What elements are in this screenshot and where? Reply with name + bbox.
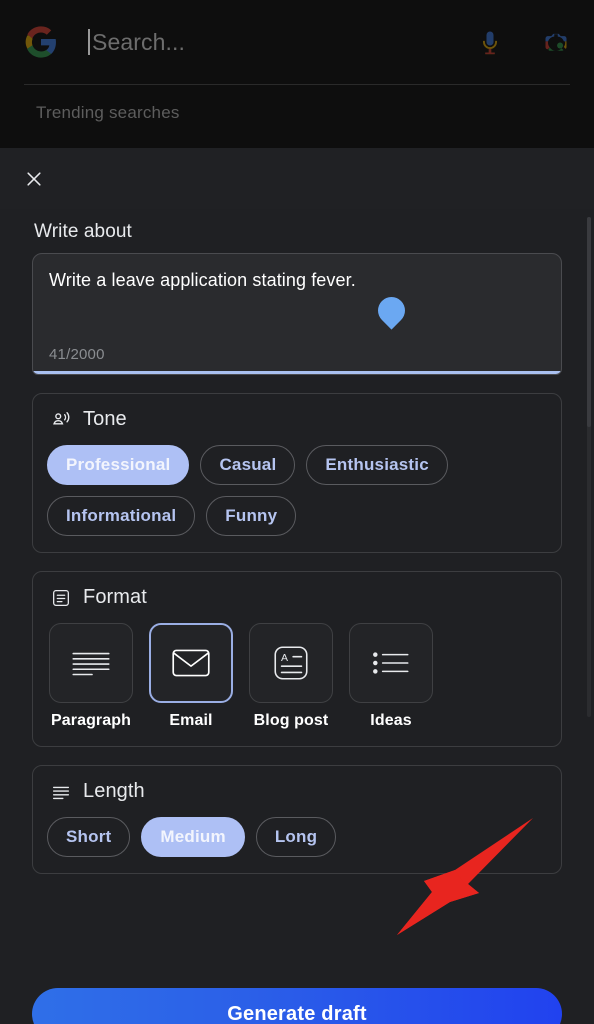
character-counter: 41/2000 [49, 346, 105, 363]
envelope-icon [168, 645, 214, 681]
length-chip-medium[interactable]: Medium [141, 817, 245, 857]
bulleted-list-icon [368, 647, 414, 679]
blog-post-icon: A [270, 643, 312, 683]
search-bar[interactable]: Search... [0, 0, 594, 84]
scrollbar-thumb[interactable] [587, 217, 591, 427]
text-cursor-handle-icon[interactable] [372, 291, 411, 330]
format-label-paragraph: Paragraph [50, 712, 132, 729]
text-caret [88, 29, 90, 55]
panel-header [0, 148, 594, 209]
format-label-email: Email [169, 712, 213, 729]
format-card: Format Paragraph Email A Blog post Ideas [32, 571, 562, 747]
length-title: Length [83, 780, 145, 802]
write-about-input[interactable]: Write a leave application stating fever.… [32, 253, 562, 375]
format-title: Format [83, 586, 147, 608]
generate-draft-button[interactable]: Generate draft [32, 988, 562, 1024]
article-icon [50, 587, 72, 609]
search-placeholder: Search... [92, 28, 185, 55]
blog-post-tile[interactable]: A [249, 623, 333, 703]
length-chip-short[interactable]: Short [47, 817, 131, 857]
ideas-tile[interactable] [349, 623, 433, 703]
email-tile[interactable] [149, 623, 233, 703]
paragraph-tile[interactable] [49, 623, 133, 703]
google-search-app: Search... Trending searches [0, 0, 594, 150]
tone-options: Professional Casual Enthusiastic Informa… [47, 445, 547, 536]
length-card: Length Short Medium Long [32, 765, 562, 874]
format-label-ideas: Ideas [370, 712, 412, 729]
tone-chip-casual[interactable]: Casual [200, 445, 296, 485]
screen-root: Search... Trending searches Write about … [0, 0, 594, 1024]
tone-header: Tone [47, 408, 547, 431]
format-option-email[interactable]: Email [149, 623, 233, 730]
format-option-blog-post[interactable]: A Blog post [249, 623, 333, 730]
write-about-value: Write a leave application stating fever. [49, 270, 356, 290]
tone-chip-funny[interactable]: Funny [206, 496, 297, 536]
format-option-ideas[interactable]: Ideas [349, 623, 433, 730]
google-g-logo-icon [24, 25, 58, 59]
search-input[interactable]: Search... [88, 22, 458, 62]
ai-writer-panel: Write about Write a leave application st… [0, 148, 594, 1024]
tone-chip-informational[interactable]: Informational [47, 496, 196, 536]
panel-body: Write about Write a leave application st… [0, 209, 594, 1024]
tone-title: Tone [83, 408, 127, 430]
tone-chip-professional[interactable]: Professional [47, 445, 190, 485]
voice-tone-icon [50, 409, 72, 431]
format-header: Format [47, 586, 547, 609]
google-lens-icon[interactable] [542, 28, 570, 56]
format-options: Paragraph Email A Blog post Ideas [47, 623, 547, 730]
close-icon[interactable] [12, 157, 56, 201]
scrollbar[interactable] [587, 217, 591, 717]
format-option-paragraph[interactable]: Paragraph [49, 623, 133, 730]
tone-card: Tone Professional Casual Enthusiastic In… [32, 393, 562, 553]
search-actions [476, 28, 570, 56]
microphone-icon[interactable] [476, 28, 504, 56]
input-focus-underline [33, 371, 561, 374]
format-label-blog-post: Blog post [253, 712, 329, 729]
length-options: Short Medium Long [47, 817, 547, 857]
trending-searches-label: Trending searches [36, 103, 180, 122]
tone-chip-enthusiastic[interactable]: Enthusiastic [306, 445, 448, 485]
paragraph-lines-icon [68, 645, 114, 681]
length-header: Length [47, 780, 547, 803]
svg-text:A: A [281, 652, 288, 664]
write-about-label: Write about [34, 221, 132, 242]
length-chip-long[interactable]: Long [255, 817, 337, 857]
length-lines-icon [50, 781, 72, 803]
